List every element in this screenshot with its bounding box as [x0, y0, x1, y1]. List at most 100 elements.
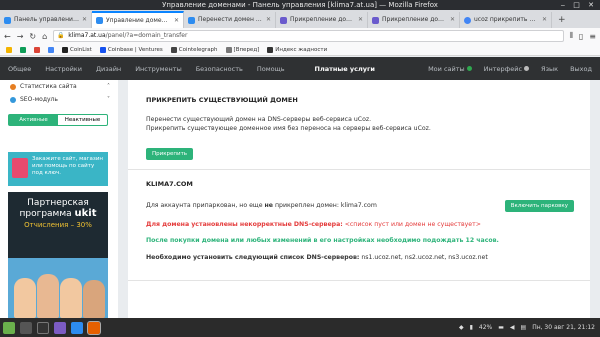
enable-parking-button[interactable]: Включить парковку: [504, 200, 574, 212]
close-tab-icon[interactable]: ✕: [542, 12, 547, 28]
window-titlebar: Управление доменами - Панель управления …: [0, 0, 600, 10]
wait-note: После покупки домена или любых изменений…: [146, 237, 499, 244]
browser-tab[interactable]: Прикрепление домена к сай...✕: [368, 12, 460, 28]
bookmarks-bar: CoinList Coinbase | Ventures Cointelegra…: [0, 44, 600, 56]
dns-warning: Для домена установлены некорректные DNS-…: [146, 220, 481, 228]
system-tray: ◆ ▮ 42% ▬ ◀ ▤ Пн, 30 авг 21, 21:12: [459, 324, 600, 331]
site-favicon-icon: [188, 16, 195, 24]
shield-icon[interactable]: ◆: [459, 324, 464, 331]
menu-item-security[interactable]: Безопасность: [196, 65, 243, 73]
divider: [128, 280, 590, 281]
battery-level: 42%: [478, 324, 493, 331]
show-desktop-icon[interactable]: [20, 321, 32, 334]
bookmark-item[interactable]: Coinbase | Ventures: [99, 46, 163, 53]
sidebar-item-statistics[interactable]: Статистика сайта ˄: [0, 80, 118, 93]
attach-domain-section: ПРИКРЕПИТЬ СУЩЕСТВУЮЩИЙ ДОМЕН Перенести …: [128, 96, 431, 160]
bookmark-icon-only[interactable]: [34, 46, 40, 53]
menu-item-help[interactable]: Помощь: [257, 65, 285, 73]
browser-tab[interactable]: Панель управления [klima7.at.ua]✕: [0, 12, 92, 28]
bookmark-icon-only[interactable]: [20, 46, 26, 53]
os-taskbar: ◆ ▮ 42% ▬ ◀ ▤ Пн, 30 авг 21, 21:12: [0, 318, 600, 337]
library-icon[interactable]: ⫴: [570, 31, 573, 41]
close-tab-icon[interactable]: ✕: [358, 12, 363, 28]
start-menu-icon[interactable]: [3, 321, 15, 334]
my-sites-link[interactable]: Мои сайты: [428, 65, 472, 73]
partner-program-banner[interactable]: Партнерская программа ukit Отчисления – …: [8, 192, 108, 318]
forward-icon[interactable]: →: [17, 32, 24, 41]
zoom-icon[interactable]: [71, 321, 83, 334]
site-favicon-icon: [280, 16, 287, 24]
bookmark-item[interactable]: CoinList: [62, 46, 92, 53]
battery-icon[interactable]: ▮: [470, 324, 473, 331]
url-domain: klima7.at.ua: [68, 32, 106, 39]
divider: [128, 169, 590, 170]
url-bar[interactable]: 🔒 klima7.at.ua/panel/?a=domain_transfer: [53, 30, 564, 42]
chevron-up-icon: ˄: [107, 83, 110, 90]
status-dot-icon: [466, 66, 472, 71]
bookmark-item[interactable]: [Вперед]: [225, 46, 259, 53]
bookmark-item[interactable]: Индекс жадности: [267, 46, 327, 53]
close-tab-icon[interactable]: ✕: [450, 12, 455, 28]
menu-item-general[interactable]: Общее: [8, 65, 31, 73]
window-controls[interactable]: ‒ □ ✕: [561, 0, 597, 10]
toggle-active[interactable]: Активные: [9, 115, 58, 125]
network-icon[interactable]: ▤: [521, 324, 527, 331]
toggle-inactive[interactable]: Неактивные: [58, 115, 107, 125]
menu-item-settings[interactable]: Настройки: [45, 65, 82, 73]
ukit-logo: ukit: [74, 208, 97, 219]
bookmark-icon-only[interactable]: [48, 46, 54, 53]
promo-commission: Отчисления – 30%: [24, 221, 92, 229]
new-tab-button[interactable]: +: [552, 12, 572, 28]
close-tab-icon[interactable]: ✕: [266, 12, 271, 28]
logout-link[interactable]: Выход: [570, 65, 592, 73]
promo-order-site-banner[interactable]: Закажите сайт, магазин или помощь по сай…: [8, 152, 108, 186]
promo-line1: Партнерская: [27, 198, 89, 208]
top-menu-right: Мои сайты Интерфейс Язык Выход: [428, 65, 600, 73]
dns-servers-info: Необходимо установить следующий список D…: [146, 253, 488, 261]
sidebar-icon[interactable]: ▯: [579, 32, 583, 41]
clock[interactable]: Пн, 30 авг 21, 21:12: [532, 324, 595, 331]
home-icon[interactable]: ⌂: [42, 32, 47, 41]
attach-button[interactable]: Прикрепить: [146, 148, 194, 160]
menu-icon[interactable]: ≡: [589, 32, 596, 41]
tab-strip: Панель управления [klima7.at.ua]✕ Управл…: [0, 10, 600, 28]
chevron-down-icon: ˅: [107, 96, 110, 103]
volume-icon[interactable]: ◀: [510, 324, 515, 331]
menu-item-design[interactable]: Дизайн: [96, 65, 121, 73]
lock-icon: 🔒: [57, 32, 65, 39]
close-tab-icon[interactable]: ✕: [82, 12, 87, 28]
bookmark-item[interactable]: Cointelegraph: [170, 46, 218, 53]
url-path: /panel/?a=domain_transfer: [105, 32, 188, 39]
stats-icon: [10, 83, 16, 90]
browser-tab[interactable]: ucoz прикрепить домен...✕: [460, 12, 552, 28]
files-icon[interactable]: [54, 321, 66, 334]
section-heading: ПРИКРЕПИТЬ СУЩЕСТВУЮЩИЙ ДОМЕН: [146, 96, 298, 104]
sidebar-item-seo[interactable]: SEO-модуль ˅: [0, 93, 118, 106]
site-favicon-icon: [96, 17, 103, 24]
seo-icon: [10, 96, 16, 103]
language-link[interactable]: Язык: [541, 65, 558, 73]
domain-heading: KLIMA7.COM: [146, 180, 193, 188]
google-icon: [464, 16, 471, 24]
promo-line2: программа ukit: [19, 208, 97, 219]
terminal-icon[interactable]: [37, 321, 49, 334]
promo-illustration: [12, 158, 28, 178]
interface-link[interactable]: Интерфейс: [484, 65, 530, 73]
browser-tab[interactable]: Прикрепление домена – Ст...✕: [276, 12, 368, 28]
services-toggle: Активные Неактивные: [8, 114, 108, 126]
reload-icon[interactable]: ↻: [29, 32, 36, 41]
bookmark-icon-only[interactable]: [6, 46, 12, 53]
sidebar: Статистика сайта ˄ SEO-модуль ˅ Активные Н…: [0, 80, 118, 318]
site-favicon-icon: [372, 16, 379, 24]
firefox-icon[interactable]: [87, 320, 101, 335]
close-tab-icon[interactable]: ✕: [174, 13, 179, 28]
site-favicon-icon: [4, 16, 11, 24]
menu-item-paid-services[interactable]: Платные услуги: [315, 65, 375, 73]
back-icon[interactable]: ←: [4, 32, 11, 41]
browser-tab-active[interactable]: Управление доменами - Пан...✕: [92, 11, 184, 28]
main-content: ПРИКРЕПИТЬ СУЩЕСТВУЮЩИЙ ДОМЕН Перенести …: [128, 80, 590, 318]
language-flag-icon[interactable]: ▬: [498, 324, 504, 331]
navigation-bar: ← → ↻ ⌂ 🔒 klima7.at.ua/panel/?a=domain_t…: [0, 28, 600, 44]
browser-tab[interactable]: Перенести домен или прик...✕: [184, 12, 276, 28]
menu-item-tools[interactable]: Инструменты: [135, 65, 182, 73]
